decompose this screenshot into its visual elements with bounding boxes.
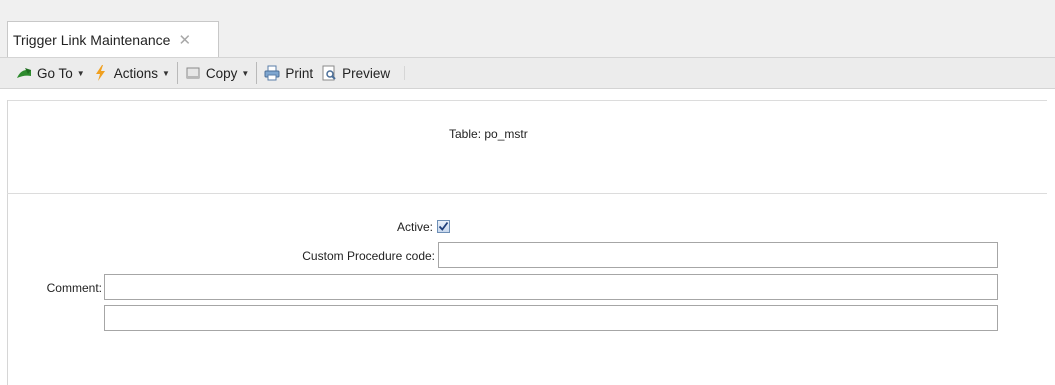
actions-button[interactable]: Actions ▼ xyxy=(89,61,174,85)
actions-label: Actions xyxy=(113,65,158,81)
lightning-icon xyxy=(95,65,105,81)
toolbar-separator xyxy=(404,66,406,80)
panel-top-border xyxy=(7,100,1047,101)
active-checkbox[interactable] xyxy=(437,220,450,233)
table-label: Table: xyxy=(449,127,482,141)
chevron-down-icon: ▼ xyxy=(161,68,170,78)
printer-icon xyxy=(264,65,280,81)
preview-label: Preview xyxy=(342,65,391,81)
copy-icon xyxy=(186,67,200,79)
table-heading: Table: po_mstr xyxy=(449,127,528,141)
goto-label: Go To xyxy=(37,65,73,81)
print-label: Print xyxy=(285,65,314,81)
table-value: po_mstr xyxy=(484,127,528,141)
tab-label: Trigger Link Maintenance xyxy=(13,31,171,48)
chevron-down-icon: ▼ xyxy=(76,68,85,78)
toolbar-separator xyxy=(176,62,178,84)
custom-procedure-label: Custom Procedure code: xyxy=(302,249,435,263)
preview-button[interactable]: Preview xyxy=(317,61,394,85)
chevron-down-icon: ▼ xyxy=(241,68,250,78)
print-button[interactable]: Print xyxy=(260,61,317,85)
comment-label: Comment: xyxy=(46,281,102,295)
section-divider xyxy=(7,193,1047,194)
top-strip xyxy=(0,0,1055,10)
panel-left-border xyxy=(7,100,8,385)
active-label: Active: xyxy=(396,220,433,234)
comment-field-line-1[interactable] xyxy=(104,274,998,300)
goto-arrow-icon xyxy=(17,68,31,78)
toolbar-separator xyxy=(256,62,258,84)
preview-icon xyxy=(322,65,336,81)
toolbar: Go To ▼ Actions ▼ Copy ▼ Print Preview xyxy=(0,58,1055,89)
copy-button[interactable]: Copy ▼ xyxy=(181,61,253,85)
custom-procedure-field[interactable] xyxy=(438,242,998,268)
comment-field-line-2[interactable] xyxy=(104,305,998,331)
tab-trigger-link-maintenance[interactable]: Trigger Link Maintenance ✕ xyxy=(7,21,219,57)
copy-label: Copy xyxy=(205,65,238,81)
checkmark-icon xyxy=(438,221,449,231)
close-icon[interactable]: ✕ xyxy=(178,31,191,49)
tab-bar: Trigger Link Maintenance ✕ xyxy=(0,10,1055,58)
goto-button[interactable]: Go To ▼ xyxy=(12,61,89,85)
